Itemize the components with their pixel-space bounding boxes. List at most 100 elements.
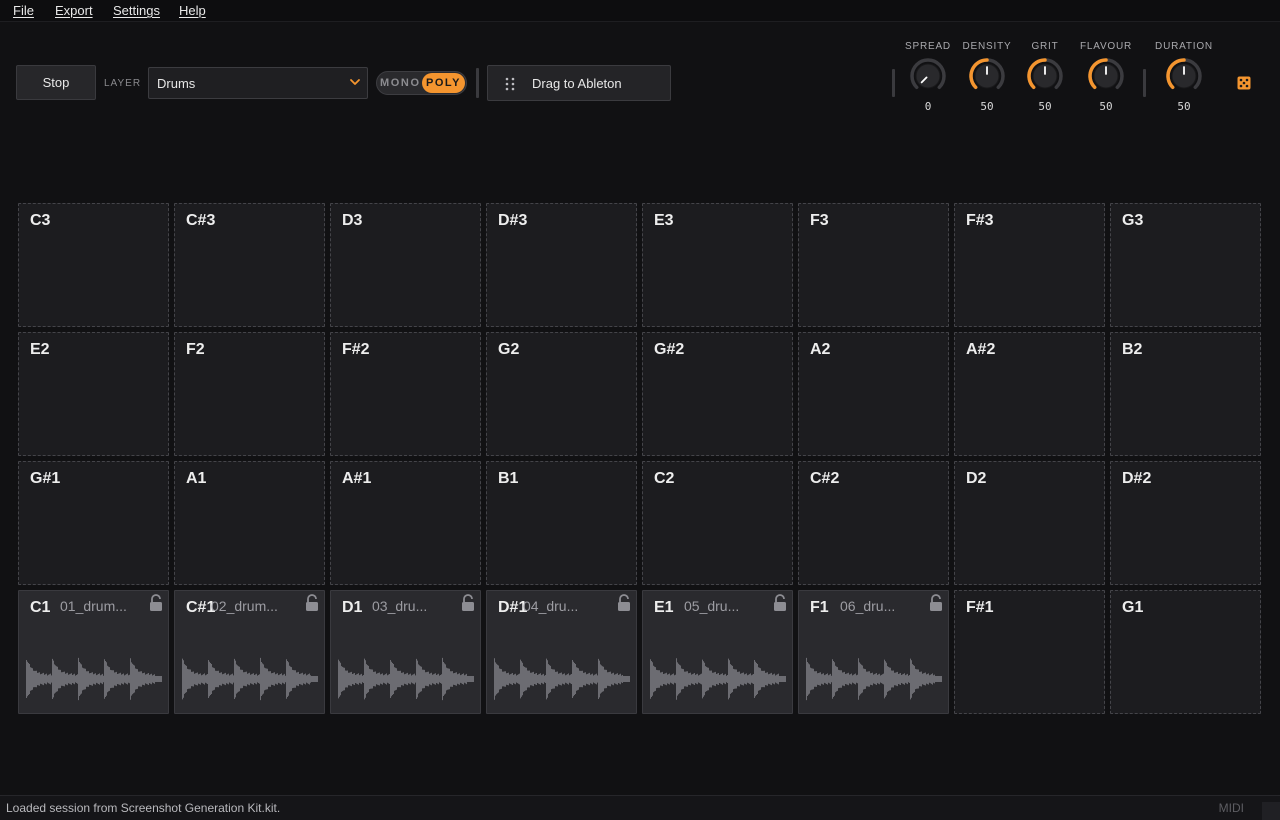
randomize-dice-icon[interactable] (1237, 76, 1251, 90)
pad-d2[interactable]: D2 (954, 461, 1105, 585)
pad-note-label: C#3 (186, 212, 216, 229)
pad-dsharp1[interactable]: D#1 04_dru... (486, 590, 637, 714)
pad-fsharp3[interactable]: F#3 (954, 203, 1105, 327)
unlock-icon[interactable] (616, 594, 632, 612)
pad-dsharp2[interactable]: D#2 (1110, 461, 1261, 585)
pad-note-label: C2 (654, 470, 675, 487)
pad-fsharp2[interactable]: F#2 (330, 332, 481, 456)
menu-settings[interactable]: Settings (113, 3, 160, 18)
knob-dial[interactable] (1084, 56, 1128, 96)
knob-value: 50 (1038, 100, 1052, 113)
pad-gsharp2[interactable]: G#2 (642, 332, 793, 456)
menu-file[interactable]: File (13, 3, 34, 18)
pad-g3[interactable]: G3 (1110, 203, 1261, 327)
unlock-icon[interactable] (772, 594, 788, 612)
pad-sample-name: 04_dru... (523, 598, 579, 614)
unlock-icon[interactable] (460, 594, 476, 612)
pad-note-label: D#3 (498, 212, 528, 229)
knob-label: DURATION (1155, 41, 1213, 52)
pad-note-label: E3 (654, 212, 674, 229)
pad-asharp2[interactable]: A#2 (954, 332, 1105, 456)
pad-b1[interactable]: B1 (486, 461, 637, 585)
knob-value: 50 (1099, 100, 1113, 113)
pad-note-label: C#2 (810, 470, 840, 487)
drag-to-ableton-button[interactable]: Drag to Ableton (487, 65, 671, 101)
poly-option[interactable]: POLY (422, 73, 465, 93)
midi-indicator: MIDI (1218, 801, 1244, 815)
pad-e2[interactable]: E2 (18, 332, 169, 456)
pad-note-label: B2 (1122, 341, 1143, 358)
menu-bar: File Export Settings Help (0, 0, 1280, 22)
knob-dial[interactable] (1023, 56, 1067, 96)
unlock-icon[interactable] (928, 594, 944, 612)
pad-csharp1[interactable]: C#1 02_drum... (174, 590, 325, 714)
pad-a2[interactable]: A2 (798, 332, 949, 456)
waveform (338, 657, 474, 701)
unlock-icon[interactable] (148, 594, 164, 612)
pad-note-label: A#1 (342, 470, 372, 487)
pad-g2[interactable]: G2 (486, 332, 637, 456)
pad-note-label: D3 (342, 212, 363, 229)
pad-csharp3[interactable]: C#3 (174, 203, 325, 327)
toolbar-divider (476, 68, 479, 98)
pad-sample-name: 03_dru... (372, 598, 428, 614)
pad-note-label: F#1 (966, 599, 994, 616)
knob-dial[interactable] (965, 56, 1009, 96)
layer-select-value: Drums (157, 76, 196, 91)
menu-export[interactable]: Export (55, 3, 93, 18)
pad-gsharp1[interactable]: G#1 (18, 461, 169, 585)
pad-note-label: A1 (186, 470, 207, 487)
pad-f2[interactable]: F2 (174, 332, 325, 456)
knob-label: FLAVOUR (1079, 41, 1133, 52)
pad-e1[interactable]: E1 05_dru... (642, 590, 793, 714)
pad-d3[interactable]: D3 (330, 203, 481, 327)
pad-c2[interactable]: C2 (642, 461, 793, 585)
pad-sample-name: 02_drum... (211, 598, 278, 614)
pad-note-label: F2 (186, 341, 205, 358)
pad-note-label: A2 (810, 341, 831, 358)
pad-note-label: D1 (342, 599, 363, 616)
pad-sample-name: 01_drum... (60, 598, 127, 614)
knob-duration[interactable]: DURATION 50 (1149, 40, 1219, 113)
knob-dial[interactable] (906, 56, 950, 96)
pad-note-label: C3 (30, 212, 51, 229)
pad-csharp2[interactable]: C#2 (798, 461, 949, 585)
menu-help[interactable]: Help (179, 3, 206, 18)
waveform (182, 657, 318, 701)
drag-to-ableton-label: Drag to Ableton (532, 76, 622, 91)
drag-handle-icon (505, 77, 515, 91)
pad-note-label: D#2 (1122, 470, 1152, 487)
pad-note-label: G2 (498, 341, 520, 358)
pad-note-label: G#2 (654, 341, 685, 358)
pad-c1[interactable]: C1 01_drum... (18, 590, 169, 714)
resize-handle[interactable] (1262, 802, 1280, 820)
knob-label: GRIT (1031, 41, 1059, 52)
mono-option[interactable]: MONO (380, 77, 421, 89)
stop-button[interactable]: Stop (16, 65, 96, 100)
knob-value: 50 (1177, 100, 1191, 113)
knob-flavour[interactable]: FLAVOUR 50 (1071, 40, 1141, 113)
pad-e3[interactable]: E3 (642, 203, 793, 327)
knob-dial[interactable] (1162, 56, 1206, 96)
pad-note-label: A#2 (966, 341, 996, 358)
waveform (494, 658, 630, 700)
pad-fsharp1[interactable]: F#1 (954, 590, 1105, 714)
status-bar: Loaded session from Screenshot Generatio… (0, 795, 1280, 820)
pad-asharp1[interactable]: A#1 (330, 461, 481, 585)
pad-f1[interactable]: F1 06_dru... (798, 590, 949, 714)
waveform (806, 657, 942, 701)
unlock-icon[interactable] (304, 594, 320, 612)
layer-select[interactable]: Drums (148, 67, 368, 99)
pad-note-label: E1 (654, 599, 674, 616)
pad-f3[interactable]: F3 (798, 203, 949, 327)
knobs-divider-right (1143, 69, 1146, 97)
pad-dsharp3[interactable]: D#3 (486, 203, 637, 327)
knob-grit[interactable]: GRIT 50 (1010, 40, 1080, 113)
pad-g1[interactable]: G1 (1110, 590, 1261, 714)
pad-c3[interactable]: C3 (18, 203, 169, 327)
mono-poly-toggle[interactable]: MONO POLY (376, 71, 467, 95)
pad-a1[interactable]: A1 (174, 461, 325, 585)
pad-note-label: B1 (498, 470, 519, 487)
pad-b2[interactable]: B2 (1110, 332, 1261, 456)
pad-d1[interactable]: D1 03_dru... (330, 590, 481, 714)
